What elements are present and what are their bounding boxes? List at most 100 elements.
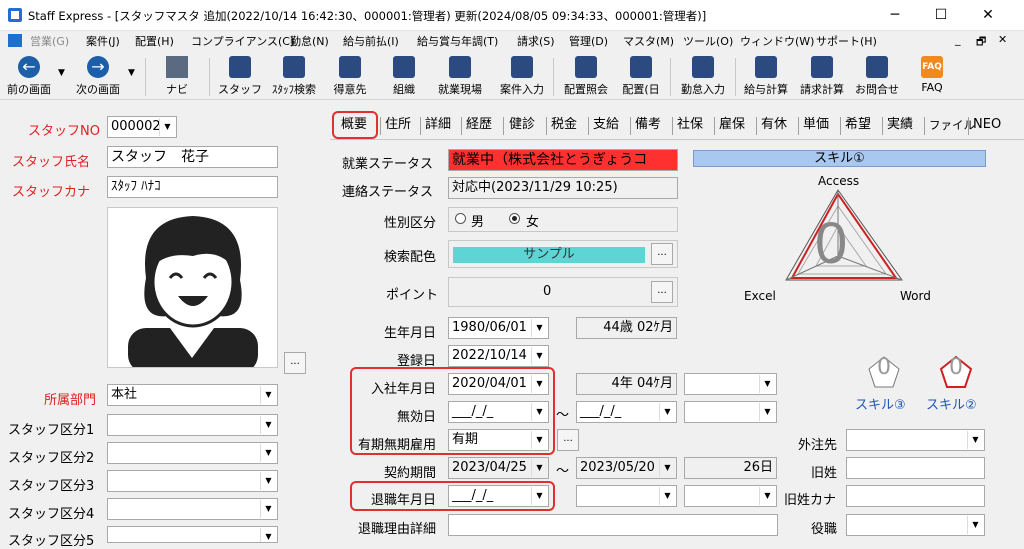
staff-class3-select[interactable]: ▼ xyxy=(107,470,278,492)
tab-results[interactable]: 実績 xyxy=(887,115,913,137)
outsource-select[interactable]: ▼ xyxy=(846,429,985,451)
tab-paid-leave[interactable]: 有休 xyxy=(761,115,787,137)
old-kana-input[interactable] xyxy=(846,485,985,507)
tab-notes[interactable]: 備考 xyxy=(635,115,661,137)
menu-manage[interactable]: 管理(D) xyxy=(569,33,608,49)
staff-button[interactable]: スタッフ xyxy=(218,54,262,98)
title-bar: Staff Express - [スタッフマスタ 追加(2022/10/14 1… xyxy=(0,0,1024,31)
tab-separator xyxy=(630,117,631,135)
skill2-label[interactable]: スキル② xyxy=(926,394,977,413)
staff-search-button[interactable]: ｽﾀｯﾌ検索 xyxy=(268,54,320,98)
organization-button[interactable]: 組織 xyxy=(382,54,426,98)
customer-button[interactable]: 得意先 xyxy=(328,54,372,98)
menu-billing[interactable]: 請求(S) xyxy=(517,33,555,49)
employ-type-button[interactable]: ... xyxy=(557,429,579,451)
tab-payment[interactable]: 支給 xyxy=(593,115,619,137)
chevron-down-icon: ▼ xyxy=(159,118,175,136)
chevron-down-icon: ▼ xyxy=(967,431,983,449)
menu-window[interactable]: ウィンドウ(W) xyxy=(740,33,814,49)
menu-sales[interactable]: 営業(G) xyxy=(30,33,69,49)
menu-support[interactable]: サポート(H) xyxy=(816,33,877,49)
retire-reason-select[interactable]: ▼ xyxy=(576,485,677,507)
retire-extra-select[interactable]: ▼ xyxy=(684,485,777,507)
position-select[interactable]: ▼ xyxy=(846,514,985,536)
contract-to-field[interactable]: 2023/05/20 ▼ xyxy=(576,457,677,479)
radio-female-icon[interactable] xyxy=(509,213,520,224)
radio-male-icon[interactable] xyxy=(455,213,466,224)
project-entry-button[interactable]: 案件入力 xyxy=(494,54,550,98)
staff-class1-select[interactable]: ▼ xyxy=(107,414,278,436)
tab-overview[interactable]: 概要 xyxy=(341,115,367,137)
menu-payroll[interactable]: 給与賞与年調(T) xyxy=(417,33,498,49)
back-button[interactable]: ← 前の画面 xyxy=(3,54,55,98)
old-name-input[interactable] xyxy=(846,457,985,479)
inquiry-button[interactable]: お問合せ xyxy=(851,54,903,98)
invalid-date-to-field[interactable]: ___/_/_ ▼ xyxy=(576,401,677,423)
staff-class5-select[interactable]: ▼ xyxy=(107,526,278,543)
menu-prepay[interactable]: 給与前払(I) xyxy=(343,33,399,49)
staff-no-select[interactable]: 000002 ▼ xyxy=(107,116,177,138)
contact-status-label: 連絡ステータス xyxy=(342,185,434,200)
employ-type-select[interactable]: 有期 ▼ xyxy=(448,429,549,451)
menu-compliance[interactable]: コンプライアンス(C) xyxy=(191,33,294,49)
contract-from-field[interactable]: 2023/04/25 ▼ xyxy=(448,457,549,479)
back-dropdown-icon[interactable]: ▼ xyxy=(58,68,65,78)
staff-class2-select[interactable]: ▼ xyxy=(107,442,278,464)
tab-detail[interactable]: 詳細 xyxy=(425,115,451,137)
birth-date-field[interactable]: 1980/06/01 ▼ xyxy=(448,317,549,339)
faq-button[interactable]: FAQ FAQ xyxy=(912,54,952,98)
outsource-label: 外注先 xyxy=(798,438,838,453)
menu-placement[interactable]: 配置(H) xyxy=(135,33,174,49)
tab-checkup[interactable]: 健診 xyxy=(509,115,535,137)
mdi-restore-icon[interactable]: 🗗 xyxy=(976,33,986,52)
staff-name-input[interactable]: スタッフ 花子 xyxy=(107,146,278,168)
tab-preference[interactable]: 希望 xyxy=(845,115,871,137)
invalid-date-to-value: ___/_/_ xyxy=(580,404,622,419)
menu-project[interactable]: 案件(J) xyxy=(86,33,120,49)
tab-employ-ins[interactable]: 雇保 xyxy=(719,115,745,137)
retire-date-field[interactable]: ___/_/_ ▼ xyxy=(448,485,549,507)
search-color-button[interactable]: ... xyxy=(651,243,673,265)
billing-calc-button[interactable]: 請求計算 xyxy=(796,54,848,98)
mdi-minimize-icon[interactable]: _ xyxy=(955,33,961,46)
skill-word-label: Word xyxy=(900,289,931,303)
skill3-label[interactable]: スキル③ xyxy=(855,394,906,413)
invalid-extra-select[interactable]: ▼ xyxy=(684,401,777,423)
retire-reason-input[interactable] xyxy=(448,514,778,536)
tab-social-ins[interactable]: 社保 xyxy=(677,115,703,137)
placement-day-icon xyxy=(630,56,652,78)
tab-neo[interactable]: NEO xyxy=(973,115,1001,137)
staff-kana-input[interactable]: ｽﾀｯﾌ ﾊﾅｺ xyxy=(107,176,278,198)
minimize-button[interactable]: ─ xyxy=(872,0,918,31)
skill3-icon[interactable]: 0 xyxy=(866,355,902,389)
placement-day-button[interactable]: 配置(日 xyxy=(616,54,666,98)
staff-class4-select[interactable]: ▼ xyxy=(107,498,278,520)
tab-tax[interactable]: 税金 xyxy=(551,115,577,137)
menu-tools[interactable]: ツール(O) xyxy=(683,33,733,49)
dept-select[interactable]: 本社 ▼ xyxy=(107,384,278,406)
back-arrow-icon: ← xyxy=(18,56,40,78)
forward-dropdown-icon[interactable]: ▼ xyxy=(128,68,135,78)
tab-address[interactable]: 住所 xyxy=(385,115,411,137)
join-date-field[interactable]: 2020/04/01 ▼ xyxy=(448,373,549,395)
invalid-date-field[interactable]: ___/_/_ ▼ xyxy=(448,401,549,423)
menu-attendance[interactable]: 勤怠(N) xyxy=(290,33,329,49)
placement-inquiry-button[interactable]: 配置照会 xyxy=(558,54,614,98)
skill2-icon[interactable]: 0 xyxy=(938,355,974,389)
navi-button[interactable]: ナビ xyxy=(155,54,199,98)
worksite-button[interactable]: 就業現場 xyxy=(432,54,488,98)
attendance-entry-button[interactable]: 勤怠入力 xyxy=(676,54,730,98)
maximize-button[interactable]: ☐ xyxy=(918,0,964,31)
point-button[interactable]: ... xyxy=(651,281,673,303)
join-extra-select[interactable]: ▼ xyxy=(684,373,777,395)
close-button[interactable]: ✕ xyxy=(965,0,1011,31)
tab-history[interactable]: 経歴 xyxy=(466,115,492,137)
mdi-close-icon[interactable]: ✕ xyxy=(998,33,1007,46)
menu-master[interactable]: マスタ(M) xyxy=(623,33,674,49)
tab-unit-price[interactable]: 単価 xyxy=(803,115,829,137)
staff-search-icon xyxy=(283,56,305,78)
forward-button[interactable]: → 次の画面 xyxy=(72,54,124,98)
reg-date-field[interactable]: 2022/10/14 ▼ xyxy=(448,345,549,367)
photo-browse-button[interactable]: ... xyxy=(284,352,306,374)
payroll-calc-button[interactable]: 給与計算 xyxy=(740,54,792,98)
